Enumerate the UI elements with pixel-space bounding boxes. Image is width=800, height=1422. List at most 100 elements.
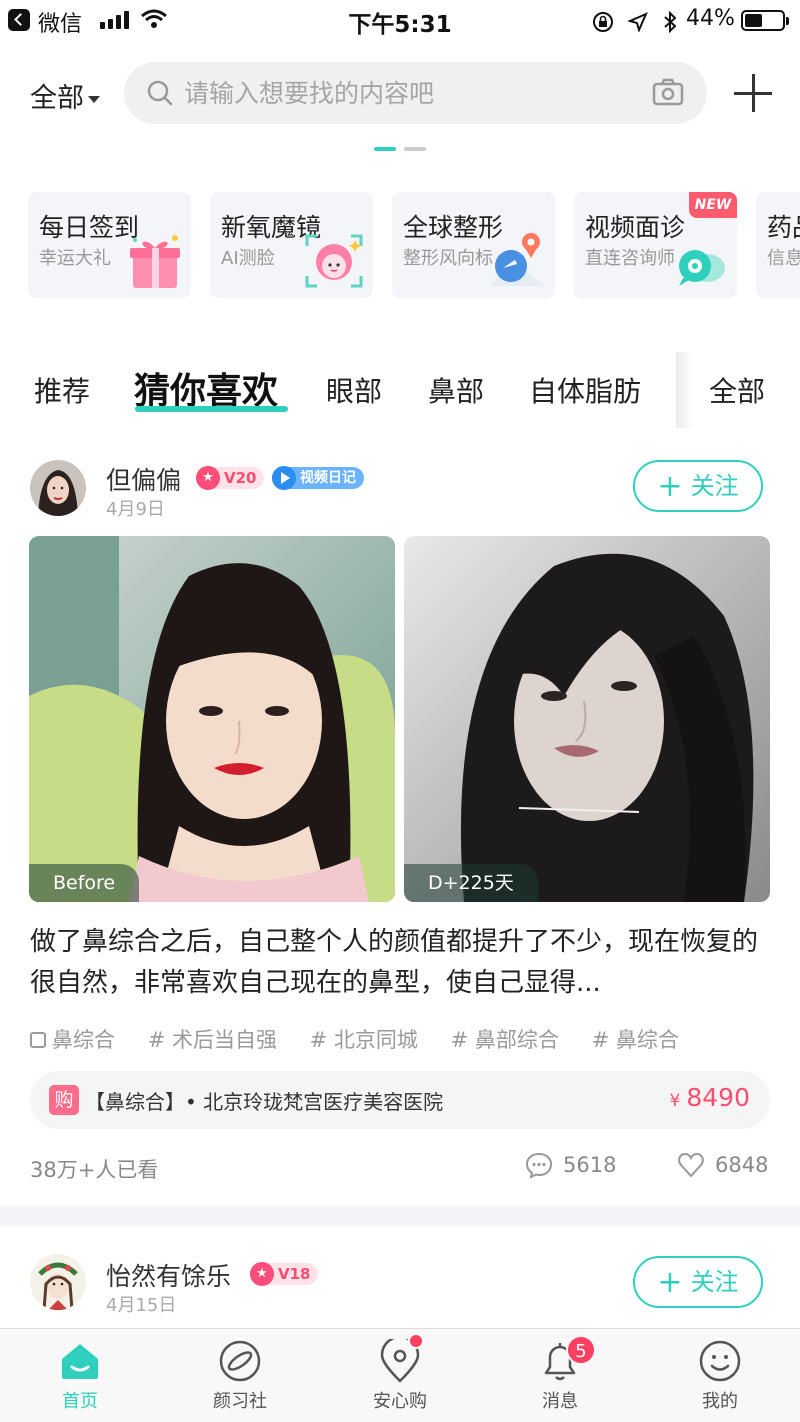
vip-level-badge: ★ V18 [250,1262,319,1286]
caret-down-icon [88,96,100,103]
tabbar-label: 消息 [542,1391,578,1412]
tabbar-profile[interactable]: 我的 [640,1329,800,1422]
before-photo[interactable]: Before [29,536,395,902]
price-value: 8490 [686,1083,750,1112]
tab-all[interactable]: 全部 [709,370,765,410]
vip-level-text: V20 [224,469,257,487]
hashtag[interactable]: # 北京同城 [310,1028,418,1052]
star-icon: ★ [250,1262,274,1286]
currency-symbol: ¥ [669,1091,681,1111]
hashtag[interactable]: # 鼻综合 [592,1028,679,1052]
product-card[interactable]: 购 【鼻综合】• 北京玲珑梵宫医疗美容医院 ¥8490 [30,1071,770,1129]
comment-button[interactable]: 5618 [525,1152,617,1179]
tab-fat-grafting[interactable]: 自体脂肪 [529,370,641,410]
plus-icon: + [657,1265,683,1300]
avatar[interactable] [30,460,86,516]
search-input[interactable] [184,74,644,112]
tabbar-community[interactable]: 颜习社 [160,1329,320,1422]
notification-dot [408,1333,424,1349]
battery-percent: 44% [686,6,735,31]
rotation-lock-icon [593,11,613,32]
star-icon: ★ [196,466,220,490]
after-photo[interactable]: D+225天 [404,536,770,902]
project-tag-label: 鼻综合 [52,1028,115,1052]
quick-entry-row: 每日签到 幸运大礼 新氧魔镜 AI测脸 全球整形 整形风向标 视频面诊 直连咨询… [28,192,800,298]
product-name: 【鼻综合】• 北京玲珑梵宫医疗美容医院 [85,1090,444,1114]
avatar[interactable] [30,1254,86,1310]
post-date: 4月9日 [106,499,165,520]
video-diary-badge[interactable]: 视频日记 [272,466,364,490]
like-button[interactable]: 6848 [678,1152,769,1178]
planet-icon [219,1340,261,1382]
smiley-icon [699,1340,741,1382]
face-scan-icon [305,234,363,288]
vip-level-text: V18 [278,1265,311,1283]
follow-button[interactable]: + 关注 [633,460,763,512]
add-post-icon[interactable] [734,74,772,112]
hashtag[interactable]: # 术后当自强 [148,1028,277,1052]
battery-icon [741,10,789,31]
play-icon [272,466,296,490]
tab-recommend[interactable]: 推荐 [34,370,90,410]
heart-icon [678,1152,704,1178]
like-count: 6848 [715,1153,769,1177]
active-tab-indicator [135,406,288,412]
new-badge: NEW [689,192,737,218]
post-text[interactable]: 做了鼻综合之后，自己整个人的颜值都提升了不少，现在恢复的很自然，非常喜欢自己现在… [30,922,770,1004]
post-username[interactable]: 怡然有馀乐 [106,1257,231,1293]
tabbar-home[interactable]: 首页 [0,1329,160,1422]
quick-card-medicine[interactable]: 药品 信息 [756,192,800,298]
status-bar: 微信 下午5:31 44% [0,0,800,40]
post-tags: 鼻综合 # 术后当自强 # 北京同城 # 鼻部综合 # 鼻综合 [30,1024,705,1054]
camera-icon[interactable] [652,78,684,106]
quick-card-video-consult[interactable]: 视频面诊 直连咨询师 NEW [574,192,737,298]
category-filter-label: 全部 [30,83,84,114]
quick-card-title: 药品 [767,213,800,242]
category-tabs: 推荐 猜你喜欢 眼部 鼻部 自体脂肪 全部 [0,352,800,432]
follow-button[interactable]: + 关注 [633,1256,763,1308]
post-username[interactable]: 但偏偏 [106,461,181,497]
hashtag[interactable]: # 鼻部综合 [451,1028,559,1052]
quick-card-checkin[interactable]: 每日签到 幸运大礼 [28,192,191,298]
view-count: 38万+人已看 [30,1158,159,1182]
bluetooth-icon [664,10,677,33]
tabbar-label: 颜习社 [213,1391,267,1412]
photo-label: Before [29,864,140,902]
status-time: 下午5:31 [348,12,452,38]
tabbar-messages[interactable]: 5 消息 [480,1329,640,1422]
product-price: ¥8490 [670,1083,750,1112]
plus-icon: + [657,469,683,504]
quick-card-title: 视频面诊 [585,213,686,242]
feed-divider [0,1206,800,1226]
photo-label: D+225天 [404,864,538,902]
message-count-badge: 5 [566,1335,596,1365]
location-arrow-icon [627,11,649,33]
tabbar-label: 我的 [702,1391,738,1412]
search-icon [147,80,173,106]
follow-label: 关注 [690,472,739,500]
bottom-tab-bar: 首页 颜习社 安心购 5 消息 我的 [0,1328,800,1422]
tabs-scroll-shadow [676,352,694,428]
post-date: 4月15日 [106,1295,177,1316]
app-screen: 微信 下午5:31 44% 全部 请输入想要找的内容吧 每日签到 幸运大礼 新氧… [0,0,800,1422]
tabbar-shop[interactable]: 安心购 [320,1329,480,1422]
quick-card-subtitle: 幸运大礼 [39,248,111,269]
search-bar[interactable] [124,62,707,124]
buy-icon: 购 [49,1085,79,1115]
quick-card-magic-mirror[interactable]: 新氧魔镜 AI测脸 [210,192,373,298]
comment-icon [525,1152,553,1179]
tabbar-label: 安心购 [373,1391,427,1412]
comment-count: 5618 [563,1153,617,1177]
video-chat-icon [679,250,725,286]
tabbar-label: 首页 [62,1391,98,1412]
vip-level-badge: ★ V20 [196,466,265,490]
follow-label: 关注 [690,1268,739,1296]
quick-card-global-surgery[interactable]: 全球整形 整形风向标 [392,192,555,298]
status-system-icons [592,8,677,33]
tab-nose[interactable]: 鼻部 [428,370,484,410]
gift-icon [130,235,180,288]
tab-eyes[interactable]: 眼部 [326,370,382,410]
project-tag[interactable]: 鼻综合 [30,1028,115,1052]
quick-card-subtitle: 信息 [767,248,800,269]
category-filter-dropdown[interactable]: 全部 [30,76,100,115]
